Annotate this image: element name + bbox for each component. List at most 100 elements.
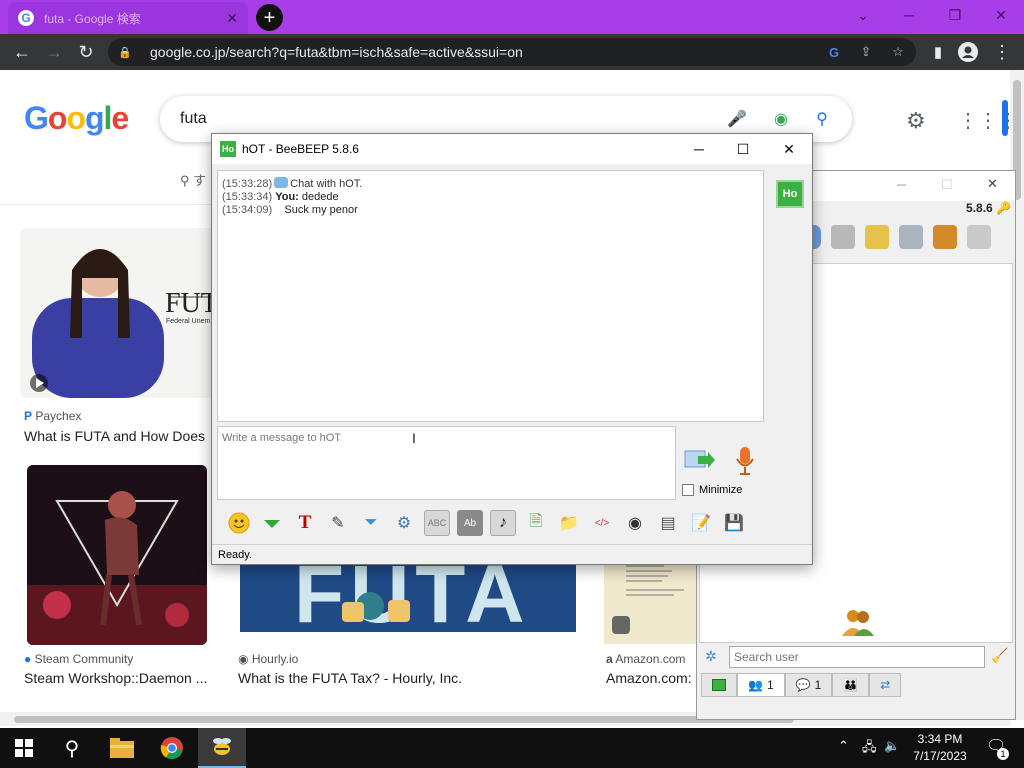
chrome-taskbar-icon[interactable] xyxy=(148,728,196,768)
pencil-icon[interactable] xyxy=(865,225,889,249)
result-source[interactable]: ◉ Hourly.io xyxy=(238,652,298,666)
lens-search-icon[interactable]: ◉ xyxy=(770,108,792,130)
new-tab-button[interactable]: + xyxy=(256,4,283,31)
result-title[interactable]: What is FUTA and How Does xyxy=(24,428,205,444)
chrome-menu-icon[interactable]: ⋮ xyxy=(990,40,1014,64)
close-tab-icon[interactable]: ✕ xyxy=(226,10,238,27)
tab-users[interactable]: 👥 1 xyxy=(737,673,785,697)
edit-note-icon[interactable]: 📝 xyxy=(688,510,714,536)
font-icon[interactable]: T xyxy=(292,510,318,536)
chat-titlebar: Ho hOT - BeeBEEP 5.8.6 ─ ☐ ✕ xyxy=(212,134,812,164)
close-window-button[interactable]: ✕ xyxy=(987,176,998,192)
sign-in-button[interactable] xyxy=(1002,100,1008,136)
result-thumbnail[interactable] xyxy=(604,560,696,644)
tools-icon[interactable] xyxy=(899,225,923,249)
html-code-icon[interactable]: </> xyxy=(589,510,615,536)
group-icon: 👪 xyxy=(843,678,859,692)
file-explorer-icon[interactable] xyxy=(98,728,146,768)
emoticon-icon[interactable] xyxy=(226,510,252,536)
send-file-icon[interactable]: 🗎 xyxy=(523,510,549,536)
minimize-window-button[interactable]: ─ xyxy=(897,177,906,192)
profile-avatar[interactable] xyxy=(956,40,980,64)
send-icon[interactable] xyxy=(684,448,716,472)
chat-message: (15:34:09) Suck my penor xyxy=(222,204,358,216)
house-icon[interactable] xyxy=(933,225,957,249)
main-toolbar xyxy=(807,225,991,249)
result-source[interactable]: P Paychex xyxy=(24,409,81,423)
maximize-window-button[interactable]: ☐ xyxy=(720,134,766,164)
notification-count-badge: 1 xyxy=(997,748,1009,760)
tab-network[interactable]: ⇄ xyxy=(869,673,902,697)
close-window-button[interactable]: ✕ xyxy=(766,134,812,164)
search-query: futa xyxy=(180,110,207,127)
trash-icon[interactable] xyxy=(967,225,991,249)
word-complete-icon[interactable]: Ab xyxy=(457,510,483,536)
minimize-window-button[interactable]: ─ xyxy=(676,134,722,164)
show-hidden-icons-button[interactable]: ⌃ xyxy=(838,738,849,754)
minimize-window-button[interactable]: ─ xyxy=(886,0,932,30)
chat-icon: 💬 xyxy=(795,678,811,692)
sound-notification-icon[interactable]: ♪ xyxy=(490,510,516,536)
chat-status-bar: Ready. xyxy=(212,544,812,564)
google-lens-icon[interactable]: G xyxy=(824,42,844,62)
forward-button[interactable]: → xyxy=(42,40,66,64)
tab-search-button[interactable]: ⌄ xyxy=(840,0,886,30)
terminal-icon[interactable]: ▤ xyxy=(655,510,681,536)
minimize-checkbox[interactable]: Minimize xyxy=(682,484,742,496)
chat-history[interactable]: (15:33:28) Chat with hOT. (15:33:34) You:… xyxy=(217,170,764,422)
member-avatar[interactable]: Ho xyxy=(776,180,804,208)
voice-search-icon[interactable]: 🎤 xyxy=(726,108,748,130)
clear-search-icon[interactable]: 🧹 xyxy=(991,647,1008,664)
tab-status[interactable] xyxy=(701,673,737,697)
search-icon[interactable]: ⚲ xyxy=(48,728,96,768)
spellcheck-icon[interactable]: ABC xyxy=(424,510,450,536)
result-thumbnail[interactable]: FUTA Federal Unem xyxy=(20,228,220,398)
share-icon[interactable]: ⇪ xyxy=(856,42,876,62)
start-button[interactable] xyxy=(0,728,48,768)
settings-gear-icon[interactable]: ⚙ xyxy=(906,108,926,134)
result-title[interactable]: What is the FUTA Tax? - Hourly, Inc. xyxy=(238,670,462,686)
search-filter-tabs[interactable]: ⚲ す xyxy=(180,170,206,189)
result-title[interactable]: Amazon.com: xyxy=(606,670,692,686)
save-chat-icon[interactable]: 💾 xyxy=(721,510,747,536)
settings-gears-icon[interactable]: ⚙ xyxy=(391,510,417,536)
google-apps-icon[interactable]: ⋮⋮⋮ xyxy=(958,108,1018,133)
network-icon[interactable]: 🖧 xyxy=(862,738,877,760)
close-window-button[interactable]: ✕ xyxy=(978,0,1024,30)
result-source[interactable]: ● Steam Community xyxy=(24,652,133,666)
maximize-window-button[interactable]: ☐ xyxy=(941,177,953,193)
google-logo[interactable]: Google xyxy=(24,100,129,137)
group-icon[interactable] xyxy=(831,225,855,249)
lock-icon: 🔒 xyxy=(118,46,132,59)
search-user-input[interactable] xyxy=(729,646,985,668)
result-source[interactable]: a Amazon.com xyxy=(606,652,685,666)
volume-muted-icon[interactable]: 🔈 xyxy=(884,738,900,754)
search-icon[interactable]: ⚲ xyxy=(811,108,833,130)
result-thumbnail[interactable] xyxy=(27,465,207,645)
browser-tab[interactable]: G futa - Google 検索 ✕ xyxy=(8,2,248,34)
restore-window-button[interactable]: ❐ xyxy=(932,0,978,30)
side-panel-icon[interactable]: ▮ xyxy=(926,40,950,64)
checkbox-box[interactable] xyxy=(682,484,694,496)
result-thumbnail[interactable]: FUTA xyxy=(240,560,576,632)
reload-button[interactable]: ↻ xyxy=(74,40,98,64)
font-color-icon[interactable]: ✎ xyxy=(325,510,351,536)
beebeep-taskbar-icon[interactable] xyxy=(198,728,246,768)
result-title[interactable]: Steam Workshop::Daemon ... xyxy=(24,670,207,686)
tab-groups[interactable]: 👪 xyxy=(832,673,870,697)
url-text: google.co.jp/search?q=futa&tbm=isch&safe… xyxy=(150,44,523,60)
settings-gear-icon[interactable]: ✲ xyxy=(705,648,717,665)
bookmark-star-icon[interactable]: ☆ xyxy=(888,42,908,62)
beebeep-chat-window: Ho hOT - BeeBEEP 5.8.6 ─ ☐ ✕ (15:33:28) C… xyxy=(211,133,813,565)
filter-icon[interactable]: ⏷ xyxy=(358,510,384,536)
message-input[interactable]: Write a message to hOT xyxy=(217,426,676,500)
system-clock[interactable]: 3:34 PM 7/17/2023 xyxy=(906,731,974,765)
expand-down-icon[interactable] xyxy=(259,510,285,536)
address-bar[interactable]: 🔒 google.co.jp/search?q=futa&tbm=isch&sa… xyxy=(108,38,916,66)
microphone-icon[interactable] xyxy=(734,446,756,476)
tab-chats[interactable]: 💬 1 xyxy=(784,673,833,697)
screenshot-icon[interactable]: ◉ xyxy=(622,510,648,536)
send-folder-icon[interactable]: 📁 xyxy=(556,510,582,536)
back-button[interactable]: ← xyxy=(10,40,34,64)
main-tabs: 👥 1 💬 1 👪 ⇄ xyxy=(701,673,902,697)
